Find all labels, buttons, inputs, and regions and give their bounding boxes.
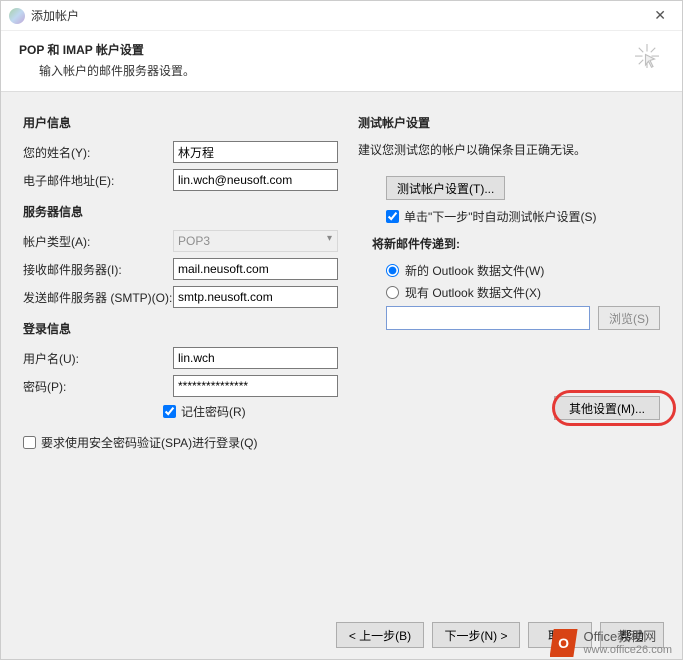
username-label: 用户名(U): [23, 350, 173, 367]
next-button[interactable]: 下一步(N) > [432, 622, 520, 648]
footer: < 上一步(B) 下一步(N) > 取消 帮助 [1, 611, 682, 659]
outgoing-input[interactable] [173, 286, 338, 308]
cancel-button[interactable]: 取消 [528, 622, 592, 648]
autotest-label: 单击"下一步"时自动测试帐户设置(S) [404, 208, 597, 225]
spa-checkbox[interactable] [23, 436, 36, 449]
cursor-icon [632, 41, 662, 71]
header-title: POP 和 IMAP 帐户设置 [19, 41, 632, 58]
window-title: 添加帐户 [31, 7, 646, 24]
test-settings-button[interactable]: 测试帐户设置(T)... [386, 176, 505, 200]
email-input[interactable] [173, 169, 338, 191]
deliver-new-radio[interactable] [386, 264, 399, 277]
remember-password-label: 记住密码(R) [181, 403, 246, 420]
globe-icon [9, 8, 25, 24]
close-button[interactable]: ✕ [646, 5, 674, 26]
userinfo-section: 用户信息 [23, 114, 338, 131]
titlebar: 添加帐户 ✕ [1, 1, 682, 31]
account-type-label: 帐户类型(A): [23, 233, 173, 250]
incoming-input[interactable] [173, 258, 338, 280]
deliver-existing-label: 现有 Outlook 数据文件(X) [405, 284, 541, 301]
other-settings-button[interactable]: 其他设置(M)... [554, 396, 660, 420]
password-input[interactable] [173, 375, 338, 397]
password-label: 密码(P): [23, 378, 173, 395]
back-button[interactable]: < 上一步(B) [336, 622, 424, 648]
deliver-section: 将新邮件传递到: [372, 235, 660, 252]
account-type-select: POP3 [173, 230, 338, 252]
name-label: 您的姓名(Y): [23, 144, 173, 161]
outgoing-label: 发送邮件服务器 (SMTP)(O): [23, 289, 173, 306]
header: POP 和 IMAP 帐户设置 输入帐户的邮件服务器设置。 [1, 31, 682, 92]
remember-password-checkbox[interactable] [163, 405, 176, 418]
test-section: 测试帐户设置 [358, 114, 660, 131]
dialog-window: 添加帐户 ✕ POP 和 IMAP 帐户设置 输入帐户的邮件服务器设置。 用户信… [0, 0, 683, 660]
incoming-label: 接收邮件服务器(I): [23, 261, 173, 278]
autotest-checkbox[interactable] [386, 210, 399, 223]
browse-button: 浏览(S) [598, 306, 660, 330]
help-button[interactable]: 帮助 [600, 622, 664, 648]
header-subtitle: 输入帐户的邮件服务器设置。 [19, 62, 632, 79]
test-desc: 建议您测试您的帐户以确保条目正确无误。 [358, 141, 660, 158]
deliver-path-input[interactable] [386, 306, 590, 330]
spa-label: 要求使用安全密码验证(SPA)进行登录(Q) [41, 434, 257, 451]
login-section: 登录信息 [23, 320, 338, 337]
username-input[interactable] [173, 347, 338, 369]
email-label: 电子邮件地址(E): [23, 172, 173, 189]
serverinfo-section: 服务器信息 [23, 203, 338, 220]
deliver-existing-radio[interactable] [386, 286, 399, 299]
name-input[interactable] [173, 141, 338, 163]
deliver-new-label: 新的 Outlook 数据文件(W) [405, 262, 544, 279]
